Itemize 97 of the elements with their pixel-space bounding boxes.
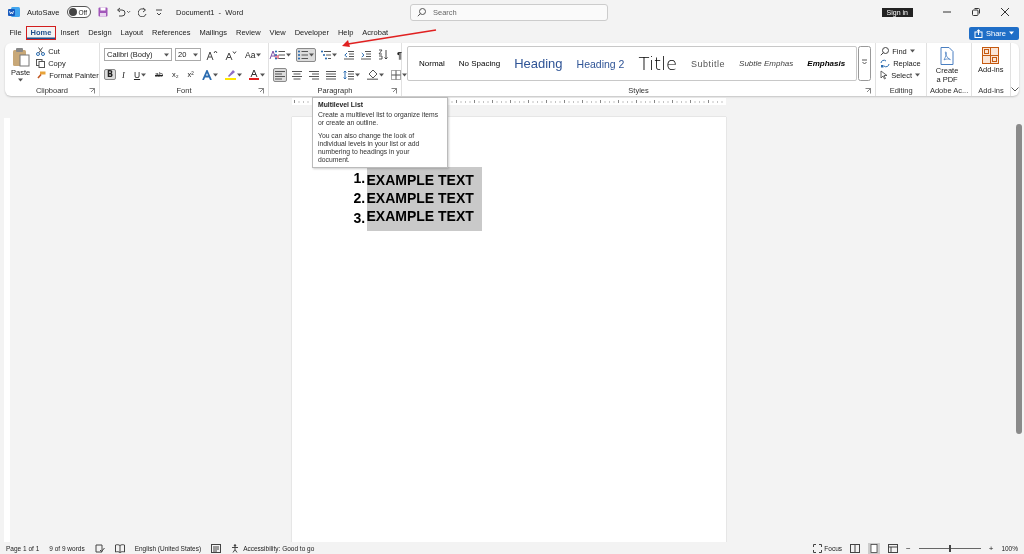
font-color-icon — [248, 69, 259, 80]
customize-icon[interactable] — [155, 7, 164, 17]
justify-icon — [326, 69, 336, 80]
style-option[interactable]: Heading 2 — [576, 57, 625, 70]
grow-font-icon — [206, 49, 218, 60]
text-effects-button[interactable] — [199, 67, 220, 82]
show-marks-button[interactable]: ¶ — [394, 49, 405, 60]
italic-button[interactable]: I — [119, 69, 128, 80]
gallery-more-icon[interactable] — [858, 46, 872, 81]
highlighter-button[interactable] — [222, 67, 244, 82]
search-icon — [417, 7, 426, 17]
caret-icon — [259, 72, 265, 77]
caret-icon — [915, 73, 920, 77]
chevron-down-icon[interactable] — [1011, 87, 1019, 92]
print-layout-icon[interactable] — [868, 542, 881, 554]
copy-icon — [36, 58, 46, 68]
shading-icon — [367, 69, 378, 80]
redo-icon[interactable] — [138, 7, 149, 17]
word-logo-icon — [8, 6, 20, 18]
bullets-icon — [275, 49, 285, 60]
numbering-icon — [298, 49, 308, 60]
borders-button[interactable] — [389, 67, 409, 82]
paintbrush-icon — [36, 70, 47, 80]
read-mode-icon[interactable] — [850, 543, 861, 553]
replace-icon — [880, 58, 891, 68]
book-icon[interactable] — [114, 543, 125, 553]
sort-button[interactable] — [376, 47, 391, 62]
list-item-text: EXAMPLE TEXT — [366, 205, 482, 231]
shading-button[interactable] — [365, 67, 386, 82]
change-case-button[interactable]: Aa — [242, 49, 265, 60]
caret-icon — [332, 52, 337, 57]
share-icon — [974, 28, 983, 38]
highlighter-icon — [224, 69, 236, 80]
dialog-launcher-icon[interactable] — [258, 87, 264, 94]
style-option[interactable]: Subtitle — [691, 58, 726, 69]
caret-icon — [309, 52, 314, 57]
dialog-launcher-icon[interactable] — [391, 87, 397, 94]
dialog-launcher-icon[interactable] — [865, 87, 872, 94]
align-right-icon — [309, 69, 319, 80]
caret-icon — [164, 52, 169, 57]
cursor-icon — [880, 70, 889, 80]
sort-icon — [378, 49, 389, 60]
zoom-slider-thumb[interactable] — [948, 544, 951, 552]
zoom-out-button[interactable]: − — [906, 543, 911, 553]
caret-icon — [212, 72, 218, 77]
web-layout-icon[interactable] — [888, 543, 899, 553]
text-effects-icon — [201, 69, 212, 80]
restore-icon[interactable] — [971, 7, 981, 17]
style-option[interactable]: Emphasis — [807, 59, 846, 68]
caret-icon — [379, 72, 384, 77]
focus-icon — [813, 543, 823, 553]
borders-icon — [391, 69, 401, 80]
list-number: 3. — [353, 210, 367, 226]
close-icon[interactable] — [1000, 7, 1010, 17]
scroll-thumb[interactable] — [1016, 124, 1022, 434]
font-color-button[interactable] — [246, 67, 267, 82]
macro-icon[interactable] — [211, 543, 222, 553]
scissors-icon — [36, 46, 46, 56]
undo-icon[interactable] — [115, 7, 132, 17]
grid-icon — [982, 47, 1000, 64]
list-item-text: EXAMPLE TEXT — [366, 188, 482, 208]
align-left-button[interactable] — [273, 67, 287, 82]
align-center-icon — [292, 69, 302, 80]
save-icon[interactable] — [98, 7, 109, 17]
underline-button[interactable]: U — [130, 69, 150, 80]
caret-icon — [236, 72, 242, 77]
caret-icon — [141, 72, 147, 77]
caret-icon — [18, 78, 24, 82]
caret-icon — [402, 72, 407, 77]
caret-icon — [286, 52, 291, 57]
caret-icon — [909, 49, 915, 53]
clipboard-icon — [11, 47, 30, 67]
shrink-font-icon — [225, 49, 237, 60]
list-number: 1. — [353, 170, 367, 186]
search-icon — [880, 46, 890, 56]
style-option[interactable]: Heading — [514, 56, 563, 71]
clear-formatting-icon — [269, 49, 281, 60]
style-option[interactable]: No Spacing — [458, 59, 501, 68]
increase-indent-icon — [361, 49, 371, 60]
list-number: 2. — [353, 190, 367, 206]
caret-icon — [193, 52, 198, 57]
zoom-in-button[interactable]: + — [988, 543, 994, 553]
numbering-button[interactable] — [296, 47, 316, 62]
pdf-document-icon — [939, 47, 956, 65]
style-option[interactable]: Subtle Emphas — [739, 59, 794, 68]
style-option[interactable]: Title — [638, 53, 678, 74]
align-left-icon — [275, 69, 285, 80]
caret-icon — [355, 72, 360, 77]
line-spacing-icon — [343, 69, 354, 80]
bold-button[interactable]: B — [104, 69, 117, 80]
style-option[interactable]: Normal — [419, 59, 445, 68]
proofing-icon[interactable] — [94, 543, 105, 553]
caret-icon — [256, 52, 262, 57]
caret-icon — [1009, 31, 1014, 35]
decrease-indent-icon — [344, 49, 354, 60]
multilevel-list-icon — [321, 49, 331, 60]
dialog-launcher-icon[interactable] — [89, 87, 95, 94]
